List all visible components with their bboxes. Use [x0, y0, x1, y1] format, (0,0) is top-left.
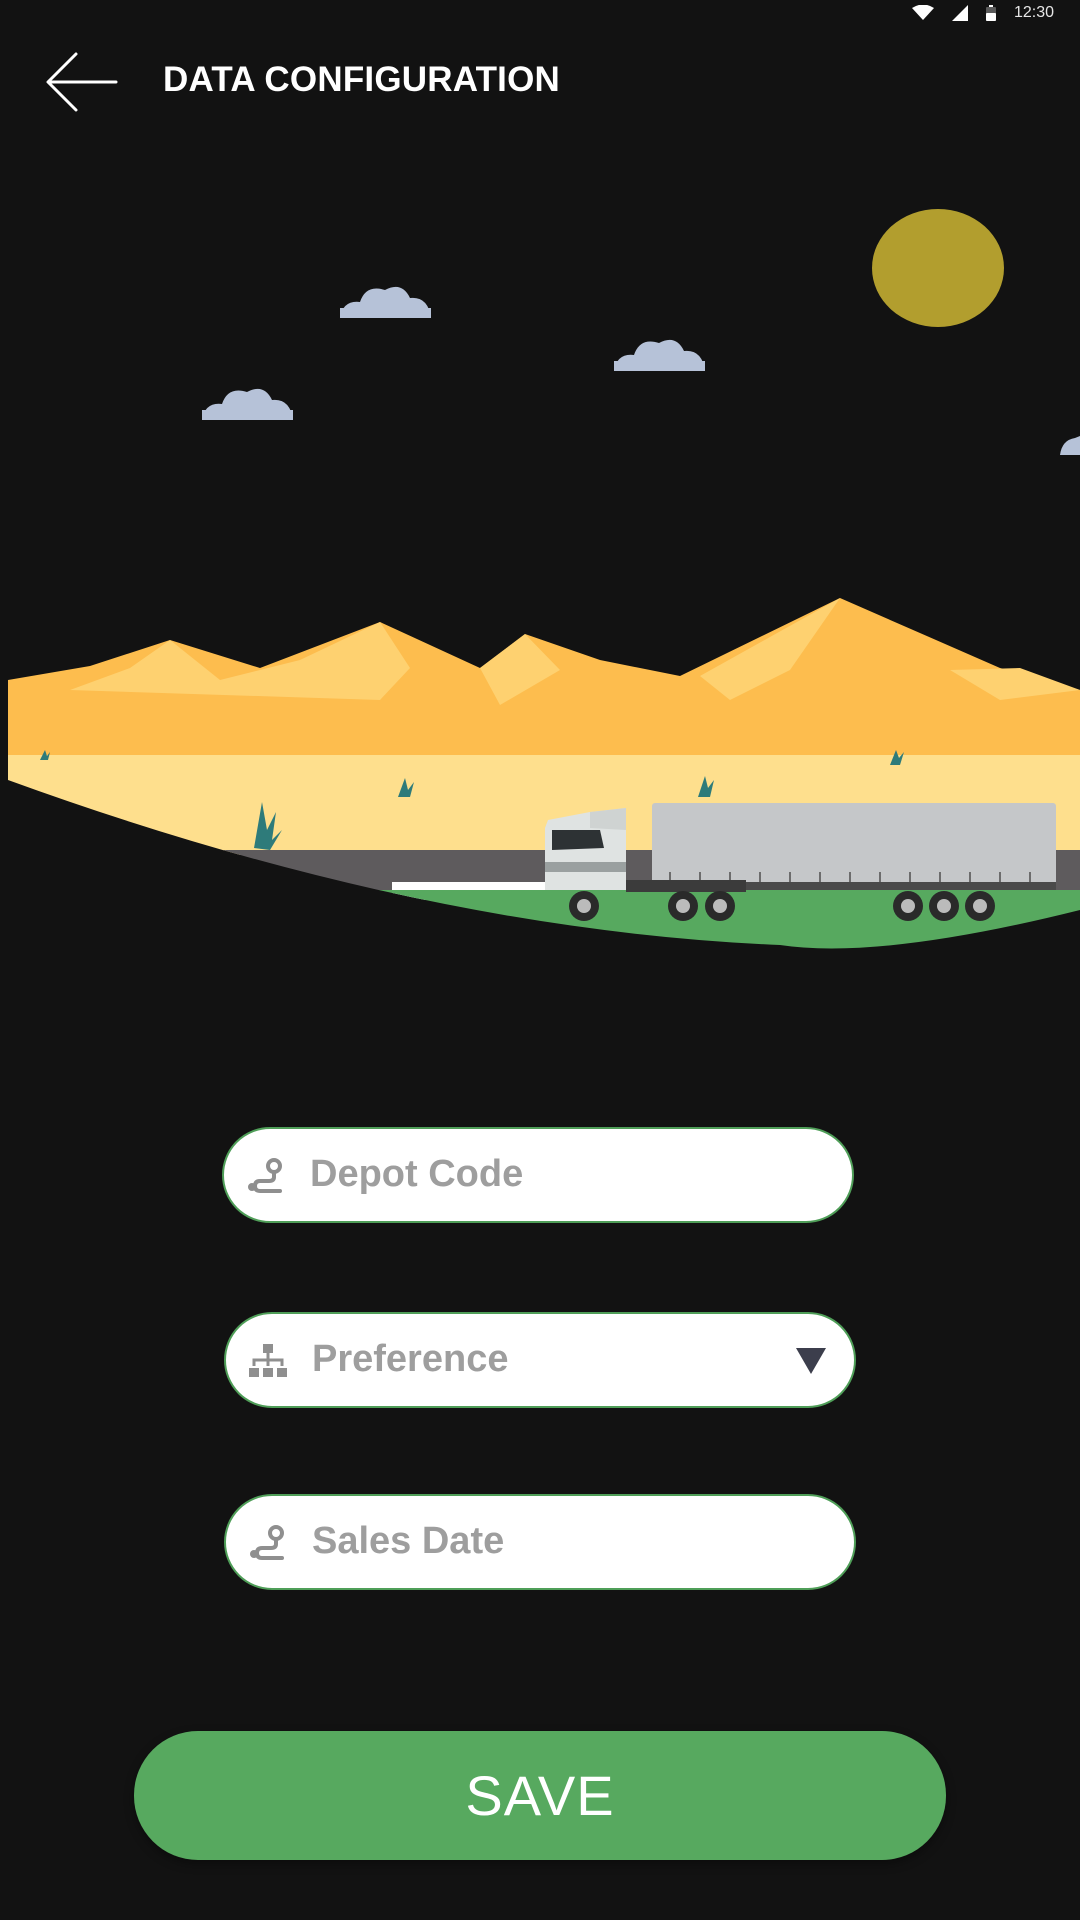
- sales-date-placeholder: Sales Date: [312, 1520, 505, 1562]
- truck-landscape-illustration: [8, 209, 1080, 949]
- back-button[interactable]: [44, 50, 118, 114]
- cloud-shape: [614, 339, 705, 371]
- hierarchy-icon: [249, 1344, 287, 1377]
- app-bar: DATA CONFIGURATION: [0, 40, 1080, 126]
- triangle-down-icon: [796, 1348, 826, 1374]
- save-button[interactable]: SAVE: [134, 1731, 946, 1860]
- preference-placeholder: Preference: [312, 1338, 509, 1380]
- arrow-left-icon: [46, 52, 118, 112]
- depot-code-field[interactable]: Depot Code: [222, 1127, 854, 1223]
- route-pin-icon: [248, 1158, 282, 1193]
- cloud-shape: [1060, 436, 1080, 455]
- cloud-shape: [340, 286, 431, 318]
- preference-dropdown[interactable]: Preference: [224, 1312, 856, 1408]
- sales-date-field[interactable]: Sales Date: [224, 1494, 856, 1590]
- sun-shape: [872, 209, 1004, 327]
- depot-code-placeholder: Depot Code: [310, 1153, 524, 1195]
- cloud-shape: [202, 388, 293, 420]
- route-pin-icon: [250, 1525, 284, 1560]
- page-title: DATA CONFIGURATION: [163, 60, 560, 99]
- save-button-label: SAVE: [465, 1764, 615, 1827]
